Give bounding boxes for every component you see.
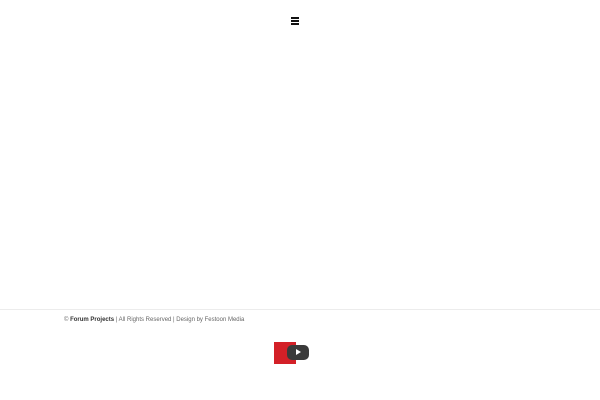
- menu-line: [291, 20, 299, 22]
- main-content: [0, 44, 600, 309]
- page: © Forum Projects | All Rights Reserved |…: [0, 0, 600, 400]
- designer-link[interactable]: Festoon Media: [205, 317, 245, 323]
- video-widget[interactable]: [274, 342, 310, 364]
- play-icon: [296, 349, 301, 355]
- brand-link[interactable]: Forum Projects: [70, 317, 114, 323]
- footer-divider: [0, 309, 600, 310]
- footer-copyright: © Forum Projects | All Rights Reserved |…: [64, 316, 244, 325]
- rights-text: | All Rights Reserved | Design by: [115, 317, 203, 323]
- menu-line: [291, 17, 299, 19]
- hamburger-menu-icon[interactable]: [291, 17, 299, 25]
- menu-line: [291, 23, 299, 25]
- copyright-symbol: ©: [64, 317, 69, 323]
- play-button[interactable]: [287, 345, 309, 360]
- header: [0, 0, 600, 44]
